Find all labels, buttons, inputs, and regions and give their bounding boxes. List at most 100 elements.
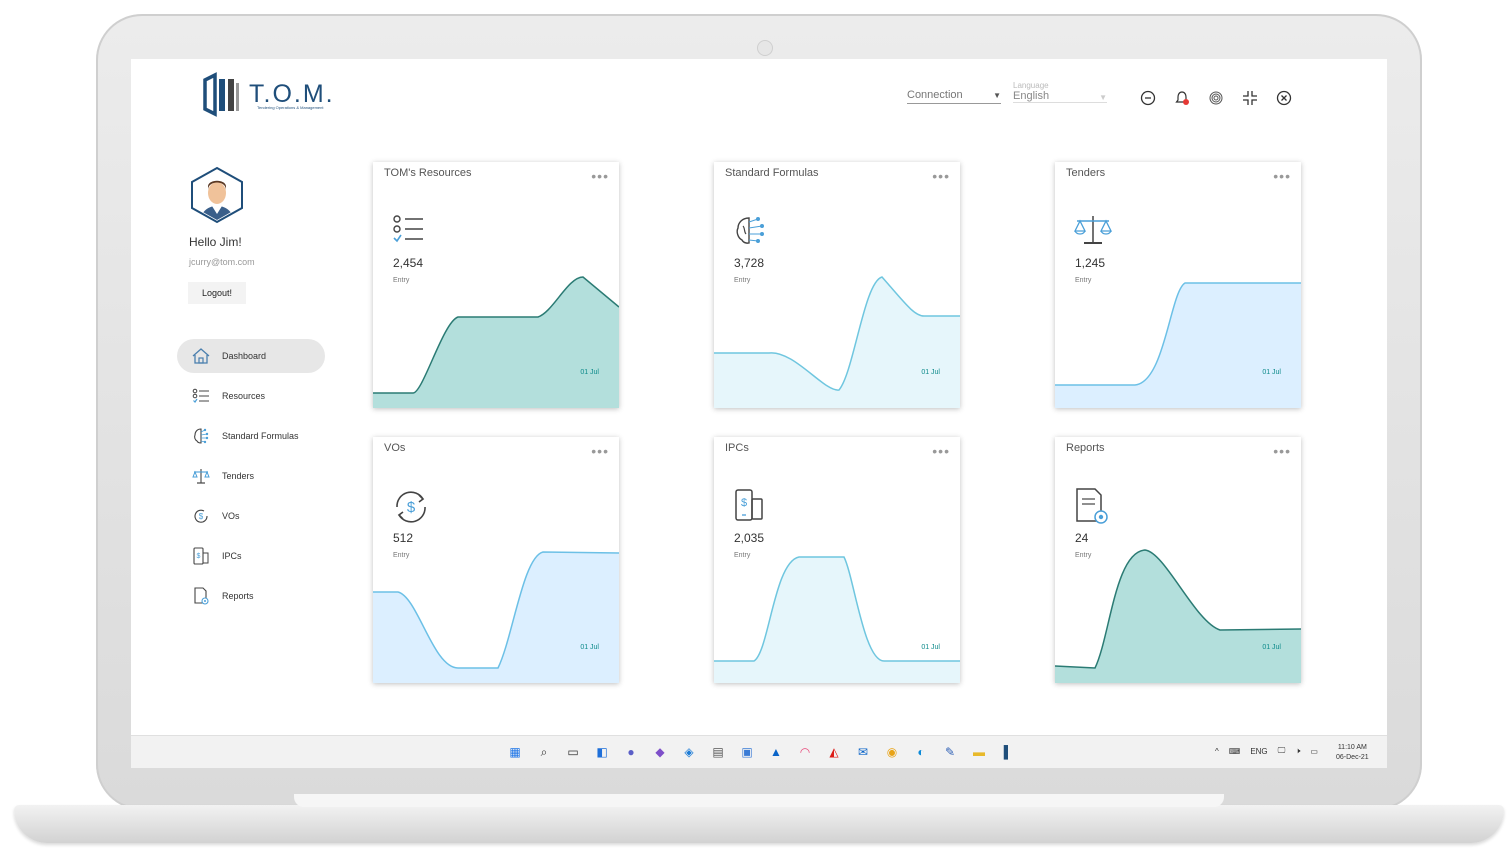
notification-bell-icon[interactable] [1173,89,1191,107]
greeting: Hello Jim! [189,235,242,249]
file-explorer-icon[interactable]: ▬ [969,742,989,762]
taskbar-clock[interactable]: 11:10 AM 06-Dec-21 [1336,743,1369,763]
card-title: Tenders [1066,167,1106,179]
sidebar-item-ipcs[interactable]: $ IPCs [177,539,325,573]
language-value: English [1013,90,1050,102]
sidebar-item-vos[interactable]: $ VOs [177,499,325,533]
sidebar-item-label: Dashboard [222,351,267,361]
card-label: Entry [1075,552,1092,559]
card-date: 01 Jul [921,644,940,651]
card-label: Entry [393,552,410,559]
widgets-icon[interactable]: ◧ [592,742,612,762]
sidebar-item-label: Resources [222,391,266,401]
sidebar-item-label: VOs [222,511,240,521]
more-options-icon[interactable]: ••• [932,168,950,184]
card-value: 512 [393,531,414,545]
angular-icon[interactable]: ◭ [824,742,844,762]
printer-app-icon[interactable]: ▣ [737,742,757,762]
fingerprint-icon[interactable] [1207,89,1225,107]
card-value: 2,454 [393,256,424,270]
task-view-icon[interactable]: ▭ [563,742,583,762]
card-date: 01 Jul [921,369,940,376]
dashboard-card[interactable]: IPCs ••• $2,035 Entry 01 Jul [714,437,960,683]
screen: T.O.M. Tendering Operations & Management… [131,59,1387,768]
card-title: TOM's Resources [384,167,472,179]
sparkline-area [1055,550,1301,683]
input-language[interactable]: ENG [1250,747,1267,756]
tools-icon[interactable]: ✎ [940,742,960,762]
sparkline-area [1055,283,1301,408]
more-options-icon[interactable]: ••• [1273,168,1291,184]
tom-app-icon[interactable]: ▌ [998,742,1018,762]
chevron-up-icon[interactable]: ^ [1215,747,1219,756]
azure-icon[interactable]: ▲ [766,742,786,762]
sidebar-item-reports[interactable]: Reports [177,579,325,613]
sidebar-item-tenders[interactable]: Tenders [177,459,325,493]
laptop-base [14,805,1504,843]
connection-select[interactable]: Connection ▼ [907,89,1001,104]
notepad-icon[interactable]: ▤ [708,742,728,762]
chevron-down-icon: ▼ [993,91,1001,100]
more-options-icon[interactable]: ••• [932,443,950,459]
chat-icon[interactable]: ● [621,742,641,762]
scales-icon [1073,212,1113,248]
logout-button[interactable]: Logout! [188,282,246,304]
collapse-icon[interactable] [1241,89,1259,107]
close-icon[interactable] [1275,89,1293,107]
outlook-icon[interactable]: ✉ [853,742,873,762]
card-sparkline [373,551,619,683]
sidebar-item-resources[interactable]: Resources [177,379,325,413]
svg-text:$: $ [199,512,204,521]
azure-devops-icon[interactable]: ◈ [679,742,699,762]
sidebar-item-dashboard[interactable]: Dashboard [177,339,325,373]
sparkline-area [373,552,619,683]
visual-studio-icon[interactable]: ◆ [650,742,670,762]
windows-start-icon[interactable]: ▦ [505,742,525,762]
card-sparkline [373,276,619,408]
app-logo: T.O.M. Tendering Operations & Management [201,71,335,117]
network-icon[interactable]: 🖵 [1278,746,1286,756]
dollar-cycle-icon: $ [191,506,211,526]
card-title: VOs [384,442,406,454]
sidebar-item-label: IPCs [222,551,242,561]
dashboard-card[interactable]: Reports ••• 24 Entry 01 Jul [1055,437,1301,683]
dashboard-card[interactable]: TOM's Resources ••• 2,454 Entry 01 Jul [373,162,619,408]
card-value: 2,035 [734,531,765,545]
brain-icon [191,426,211,446]
clock-date: 06-Dec-21 [1336,754,1369,761]
card-title: Reports [1066,442,1105,454]
language-label: Language [1013,81,1049,90]
minimize-icon[interactable] [1139,89,1157,107]
dashboard-card[interactable]: Standard Formulas ••• 3,728 Entry 01 Jul [714,162,960,408]
sidebar-item-standard-formulas[interactable]: Standard Formulas [177,419,325,453]
system-tray: ^ ⌨ ENG 🖵 🕨 ▭ [1215,746,1318,756]
card-label: Entry [734,552,751,559]
chrome-icon[interactable]: ◉ [882,742,902,762]
dashboard-card[interactable]: VOs ••• $512 Entry 01 Jul [373,437,619,683]
more-options-icon[interactable]: ••• [591,168,609,184]
taskbar-apps: ▦ ⌕ ▭ ◧ ● ◆ ◈ ▤ ▣ ▲ ◠ ◭ ✉ ◉ ◐ ✎ ▬ ▌ [505,742,1018,762]
laptop-base-notch [294,794,1224,807]
clickup-icon[interactable]: ◠ [795,742,815,762]
edge-icon[interactable]: ◐ [911,742,931,762]
more-options-icon[interactable]: ••• [591,443,609,459]
connection-value: Connection [907,89,963,101]
app-window: T.O.M. Tendering Operations & Management… [131,59,1387,735]
logo-text: T.O.M. [249,79,335,108]
card-title: IPCs [725,442,749,454]
card-title: Standard Formulas [725,167,819,179]
search-icon[interactable]: ⌕ [534,742,554,762]
sparkline-area [373,277,619,408]
keyboard-icon[interactable]: ⌨ [1229,747,1241,756]
dollar-cycle-icon: $ [391,487,427,523]
volume-icon[interactable]: 🕨 [1295,746,1300,756]
battery-icon[interactable]: ▭ [1310,747,1318,756]
dashboard-card[interactable]: Tenders ••• 1,245 Entry 01 Jul [1055,162,1301,408]
language-select[interactable]: Language English ▼ [1013,81,1107,103]
svg-text:$: $ [407,499,416,516]
more-options-icon[interactable]: ••• [1273,443,1291,459]
sidebar-nav: Dashboard Resources Standard Formulas Te… [177,339,325,619]
avatar[interactable] [189,166,245,229]
card-date: 01 Jul [580,644,599,651]
card-value: 1,245 [1075,256,1106,270]
